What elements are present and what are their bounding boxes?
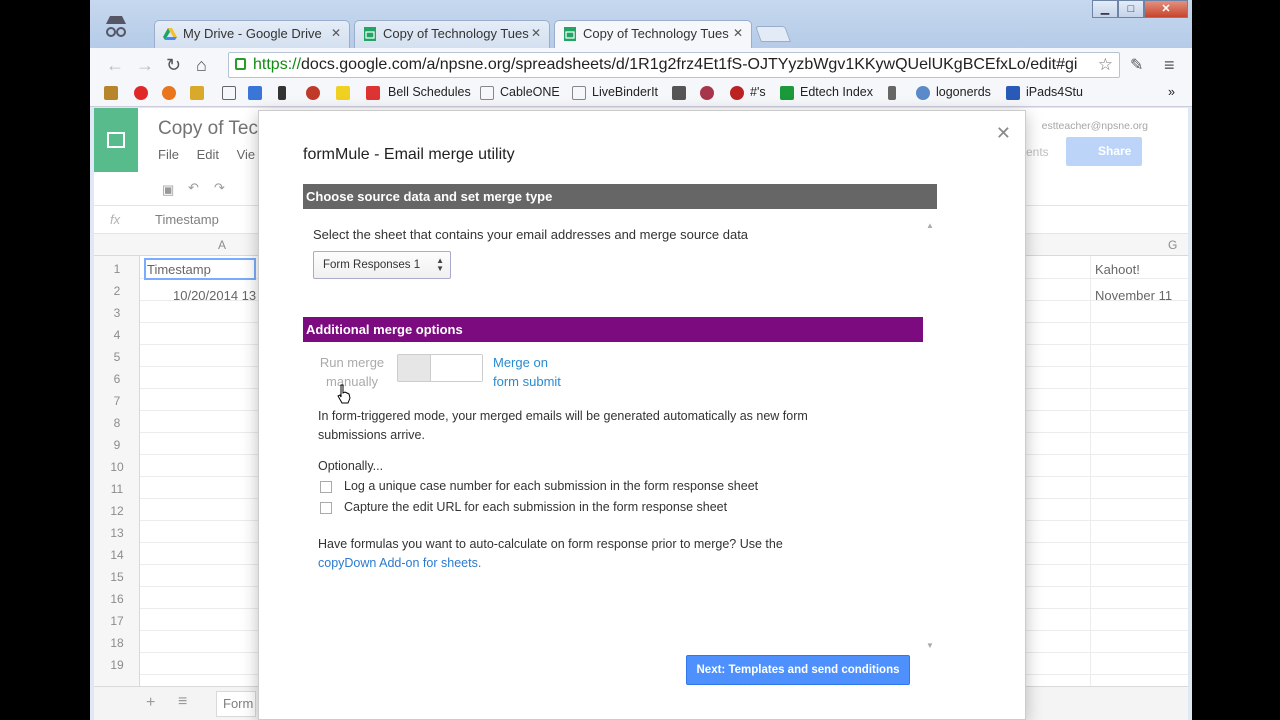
- tab-google-drive[interactable]: My Drive - Google Drive ✕: [154, 20, 350, 48]
- chrome-menu-icon[interactable]: ≡: [1164, 55, 1175, 76]
- merge-mode-description: In form-triggered mode, your merged emai…: [318, 409, 808, 442]
- bookmark-icon[interactable]: [104, 86, 118, 100]
- close-icon[interactable]: ✕: [733, 26, 743, 40]
- bookmark-bell-schedules[interactable]: Bell Schedules: [388, 85, 471, 99]
- copydown-addon-link[interactable]: copyDown Add-on for sheets.: [318, 556, 481, 570]
- url-text: docs.google.com/a/npsne.org/spreadsheets…: [301, 56, 1078, 73]
- heart-icon[interactable]: [134, 86, 148, 100]
- toggle-knob[interactable]: [430, 355, 482, 381]
- tab-sheet-copy-2[interactable]: Copy of Technology Tues ✕: [554, 20, 752, 49]
- page-icon[interactable]: [480, 86, 494, 100]
- browser-titlebar: My Drive - Google Drive ✕ Copy of Techno…: [90, 0, 1192, 49]
- tab-label: Copy of Technology Tues: [583, 26, 729, 41]
- bookmark-livebinderit[interactable]: LiveBinderIt: [592, 85, 658, 99]
- page-icon[interactable]: [222, 86, 236, 100]
- close-icon[interactable]: ✕: [531, 26, 541, 40]
- bookmarks-overflow-button[interactable]: »: [1168, 85, 1175, 99]
- optionally-label: Optionally...: [318, 459, 384, 473]
- bookmark-cableone[interactable]: CableONE: [500, 85, 560, 99]
- bookmark-ipads4stu[interactable]: iPads4Stu: [1026, 85, 1083, 99]
- dialog-title: formMule - Email merge utility: [303, 146, 515, 163]
- back-icon[interactable]: ←: [106, 55, 124, 76]
- edit-url-label[interactable]: Capture the edit URL for each submission…: [344, 500, 727, 514]
- bell-schedules-icon[interactable]: [366, 86, 380, 100]
- case-number-checkbox[interactable]: [320, 481, 332, 493]
- bookmarks-bar: Bell Schedules CableONE LiveBinderIt #'s…: [90, 81, 1192, 107]
- lock-icon: [235, 58, 246, 70]
- next-templates-button[interactable]: Next: Templates and send conditions: [686, 655, 910, 685]
- arrow-up-icon[interactable]: [278, 86, 286, 100]
- tab-sheet-copy-1[interactable]: Copy of Technology Tues ✕: [354, 20, 550, 48]
- browser-toolbar: ← → ↻ ⌂ https://docs.google.com/a/npsne.…: [90, 48, 1192, 81]
- tab-label: My Drive - Google Drive: [183, 26, 322, 41]
- address-bar[interactable]: https://docs.google.com/a/npsne.org/spre…: [228, 52, 1120, 78]
- logonerds-icon[interactable]: [916, 86, 930, 100]
- section-merge-options: Additional merge options: [303, 317, 923, 342]
- close-icon[interactable]: ✕: [331, 26, 341, 40]
- page-icon[interactable]: [572, 86, 586, 100]
- url-scheme: https://: [253, 56, 302, 73]
- bookmark-edtech-index[interactable]: Edtech Index: [800, 85, 873, 99]
- ipad-icon[interactable]: [1006, 86, 1020, 100]
- incognito-icon: [106, 16, 126, 37]
- apple-icon[interactable]: [730, 86, 744, 100]
- sheet-select-value: Form Responses 1: [323, 259, 421, 271]
- merge-on-form-submit-label[interactable]: Merge on form submit: [493, 353, 561, 391]
- bookmark-star-icon[interactable]: ☆: [1098, 55, 1113, 75]
- face-icon[interactable]: [336, 86, 350, 100]
- scroll-up-icon[interactable]: ▲: [926, 221, 934, 230]
- bookmark-icon[interactable]: [306, 86, 320, 100]
- bookmark-logonerds[interactable]: logonerds: [936, 85, 991, 99]
- sun-icon[interactable]: [162, 86, 176, 100]
- sheets-icon: [564, 27, 576, 41]
- run-merge-manually-label[interactable]: Run merge manually: [315, 353, 389, 391]
- sheet-select-label: Select the sheet that contains your emai…: [313, 227, 749, 242]
- window-close-button[interactable]: ✕: [1144, 0, 1188, 18]
- copydown-note: Have formulas you want to auto-calculate…: [318, 535, 878, 573]
- hand-cursor-icon: [337, 384, 351, 404]
- select-arrows-icon: ▲ ▼: [436, 256, 444, 273]
- pin-icon[interactable]: [248, 86, 262, 100]
- formmule-dialog: formMule - Email merge utility ✕ Choose …: [258, 110, 1026, 720]
- section-source-data: Choose source data and set merge type: [303, 184, 937, 209]
- bookmark-icon[interactable]: [190, 86, 204, 100]
- maximize-button[interactable]: □: [1118, 0, 1144, 18]
- eyedropper-icon[interactable]: ✎: [1130, 55, 1143, 75]
- bookmark-icon[interactable]: [672, 86, 686, 100]
- copydown-note-text: Have formulas you want to auto-calculate…: [318, 537, 783, 551]
- case-number-label[interactable]: Log a unique case number for each submis…: [344, 479, 758, 493]
- edit-url-checkbox[interactable]: [320, 502, 332, 514]
- minimize-button[interactable]: ▁: [1092, 0, 1118, 18]
- reload-icon[interactable]: ↻: [166, 55, 181, 76]
- scroll-down-icon[interactable]: ▼: [926, 641, 934, 650]
- window-controls: ▁ □ ✕: [1092, 0, 1188, 20]
- download-icon[interactable]: [888, 86, 896, 100]
- home-icon[interactable]: ⌂: [196, 55, 207, 76]
- edtech-icon[interactable]: [780, 86, 794, 100]
- tab-label: Copy of Technology Tues: [383, 26, 529, 41]
- forward-icon[interactable]: →: [136, 55, 154, 76]
- bookmark-icon[interactable]: [700, 86, 714, 100]
- new-tab-button[interactable]: [755, 26, 791, 42]
- bookmark-hashes[interactable]: #'s: [750, 85, 766, 99]
- sheets-icon: [364, 27, 376, 41]
- google-drive-icon: [163, 28, 177, 40]
- close-icon[interactable]: ✕: [996, 123, 1011, 144]
- merge-mode-toggle[interactable]: [397, 354, 483, 382]
- sheet-select[interactable]: Form Responses 1 ▲ ▼: [313, 251, 451, 279]
- dialog-scrollbar[interactable]: ▲ ▼: [923, 219, 937, 651]
